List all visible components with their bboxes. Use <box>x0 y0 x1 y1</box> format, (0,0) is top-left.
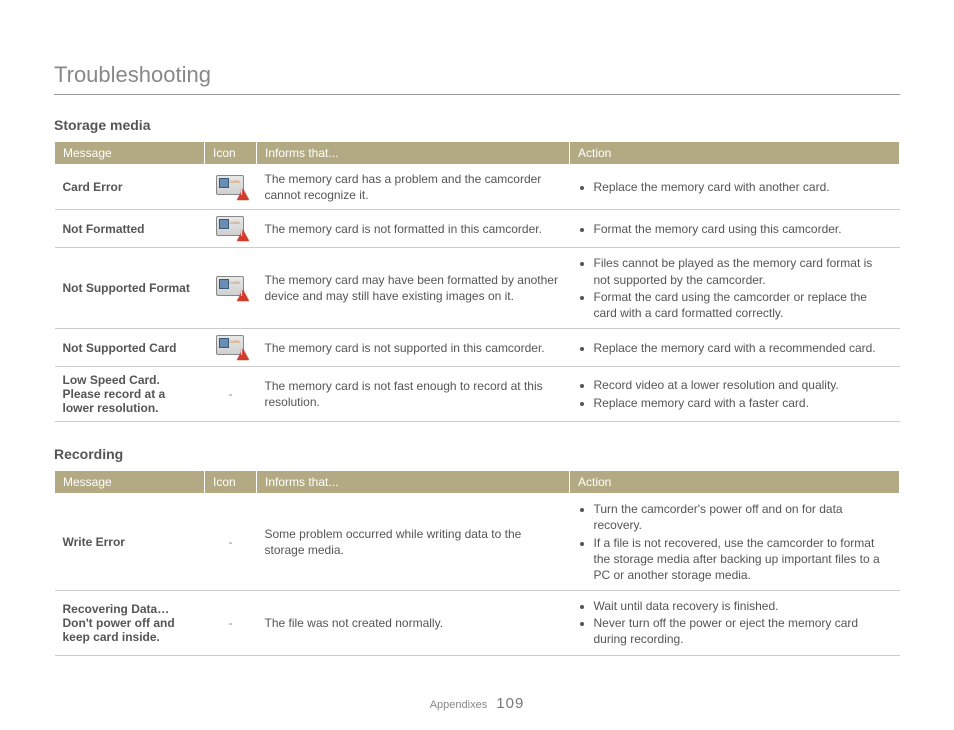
action-item: Replace the memory card with a recommend… <box>594 340 892 356</box>
informs-cell: Some problem occurred while writing data… <box>257 494 570 591</box>
informs-cell: The memory card may have been formatted … <box>257 248 570 329</box>
message-cell: Not Formatted <box>55 210 205 248</box>
table-row: Card Error CARD The memory card has a prob… <box>55 165 900 210</box>
footer-label: Appendixes <box>430 699 488 711</box>
table-row: Write Error - Some problem occurred while … <box>55 494 900 591</box>
icon-cell: - <box>205 367 257 422</box>
section-title: Recording <box>54 446 900 462</box>
action-item: Replace memory card with a faster card. <box>594 395 892 411</box>
table-row: Not Supported Card CARD The memory card is… <box>55 329 900 367</box>
message-cell: Recovering Data… Don't power off and kee… <box>55 591 205 656</box>
memory-card-error-icon: CARD <box>216 175 246 197</box>
table-row: Low Speed Card. Please record at a lower… <box>55 367 900 422</box>
action-list: Wait until data recovery is finished.Nev… <box>578 598 892 648</box>
action-list: Files cannot be played as the memory car… <box>578 255 892 321</box>
col-header-icon: Icon <box>205 142 257 165</box>
action-cell: Replace the memory card with another car… <box>570 165 900 210</box>
col-header-informs: Informs that... <box>257 142 570 165</box>
troubleshooting-table: MessageIconInforms that...ActionWrite Er… <box>54 470 900 656</box>
informs-cell: The memory card is not fast enough to re… <box>257 367 570 422</box>
icon-cell: CARD <box>205 165 257 210</box>
action-item: If a file is not recovered, use the camc… <box>594 535 892 584</box>
page-title: Troubleshooting <box>54 62 900 95</box>
icon-cell: CARD <box>205 210 257 248</box>
col-header-icon: Icon <box>205 471 257 494</box>
action-item: Format the card using the camcorder or r… <box>594 289 892 321</box>
col-header-message: Message <box>55 471 205 494</box>
action-list: Format the memory card using this camcor… <box>578 221 892 237</box>
memory-card-error-icon: CARD <box>216 216 246 238</box>
message-cell: Write Error <box>55 494 205 591</box>
action-item: Format the memory card using this camcor… <box>594 221 892 237</box>
action-cell: Record video at a lower resolution and q… <box>570 367 900 422</box>
message-cell: Not Supported Format <box>55 248 205 329</box>
action-list: Turn the camcorder's power off and on fo… <box>578 501 892 583</box>
table-row: Not Supported Format CARD The memory card … <box>55 248 900 329</box>
action-cell: Replace the memory card with a recommend… <box>570 329 900 367</box>
no-icon-dash: - <box>229 535 233 549</box>
informs-cell: The memory card is not supported in this… <box>257 329 570 367</box>
no-icon-dash: - <box>229 616 233 630</box>
message-cell: Low Speed Card. Please record at a lower… <box>55 367 205 422</box>
message-cell: Card Error <box>55 165 205 210</box>
action-cell: Files cannot be played as the memory car… <box>570 248 900 329</box>
informs-cell: The memory card has a problem and the ca… <box>257 165 570 210</box>
col-header-action: Action <box>570 142 900 165</box>
no-icon-dash: - <box>229 387 233 401</box>
action-item: Never turn off the power or eject the me… <box>594 615 892 647</box>
action-item: Turn the camcorder's power off and on fo… <box>594 501 892 533</box>
page-number: 109 <box>496 695 524 712</box>
col-header-message: Message <box>55 142 205 165</box>
sections-container: Storage mediaMessageIconInforms that...A… <box>54 117 900 656</box>
icon-cell: CARD <box>205 329 257 367</box>
informs-cell: The file was not created normally. <box>257 591 570 656</box>
col-header-informs: Informs that... <box>257 471 570 494</box>
section: Storage media MessageIconInforms that...A… <box>54 117 900 422</box>
section-title: Storage media <box>54 117 900 133</box>
action-cell: Format the memory card using this camcor… <box>570 210 900 248</box>
action-item: Wait until data recovery is finished. <box>594 598 892 614</box>
table-row: Not Formatted CARD The memory card is not … <box>55 210 900 248</box>
troubleshooting-table: MessageIconInforms that...ActionCard Err… <box>54 141 900 422</box>
col-header-action: Action <box>570 471 900 494</box>
document-page: Troubleshooting Storage mediaMessageIcon… <box>0 0 954 730</box>
memory-card-error-icon: CARD <box>216 335 246 357</box>
action-item: Files cannot be played as the memory car… <box>594 255 892 287</box>
table-row: Recovering Data… Don't power off and kee… <box>55 591 900 656</box>
icon-cell: CARD <box>205 248 257 329</box>
message-cell: Not Supported Card <box>55 329 205 367</box>
section: Recording MessageIconInforms that...Actio… <box>54 446 900 656</box>
icon-cell: - <box>205 494 257 591</box>
action-list: Replace the memory card with another car… <box>578 179 892 195</box>
action-list: Replace the memory card with a recommend… <box>578 340 892 356</box>
action-item: Record video at a lower resolution and q… <box>594 377 892 393</box>
page-footer: Appendixes 109 <box>0 695 954 712</box>
action-list: Record video at a lower resolution and q… <box>578 377 892 410</box>
action-cell: Wait until data recovery is finished.Nev… <box>570 591 900 656</box>
memory-card-error-icon: CARD <box>216 276 246 298</box>
icon-cell: - <box>205 591 257 656</box>
informs-cell: The memory card is not formatted in this… <box>257 210 570 248</box>
action-cell: Turn the camcorder's power off and on fo… <box>570 494 900 591</box>
action-item: Replace the memory card with another car… <box>594 179 892 195</box>
